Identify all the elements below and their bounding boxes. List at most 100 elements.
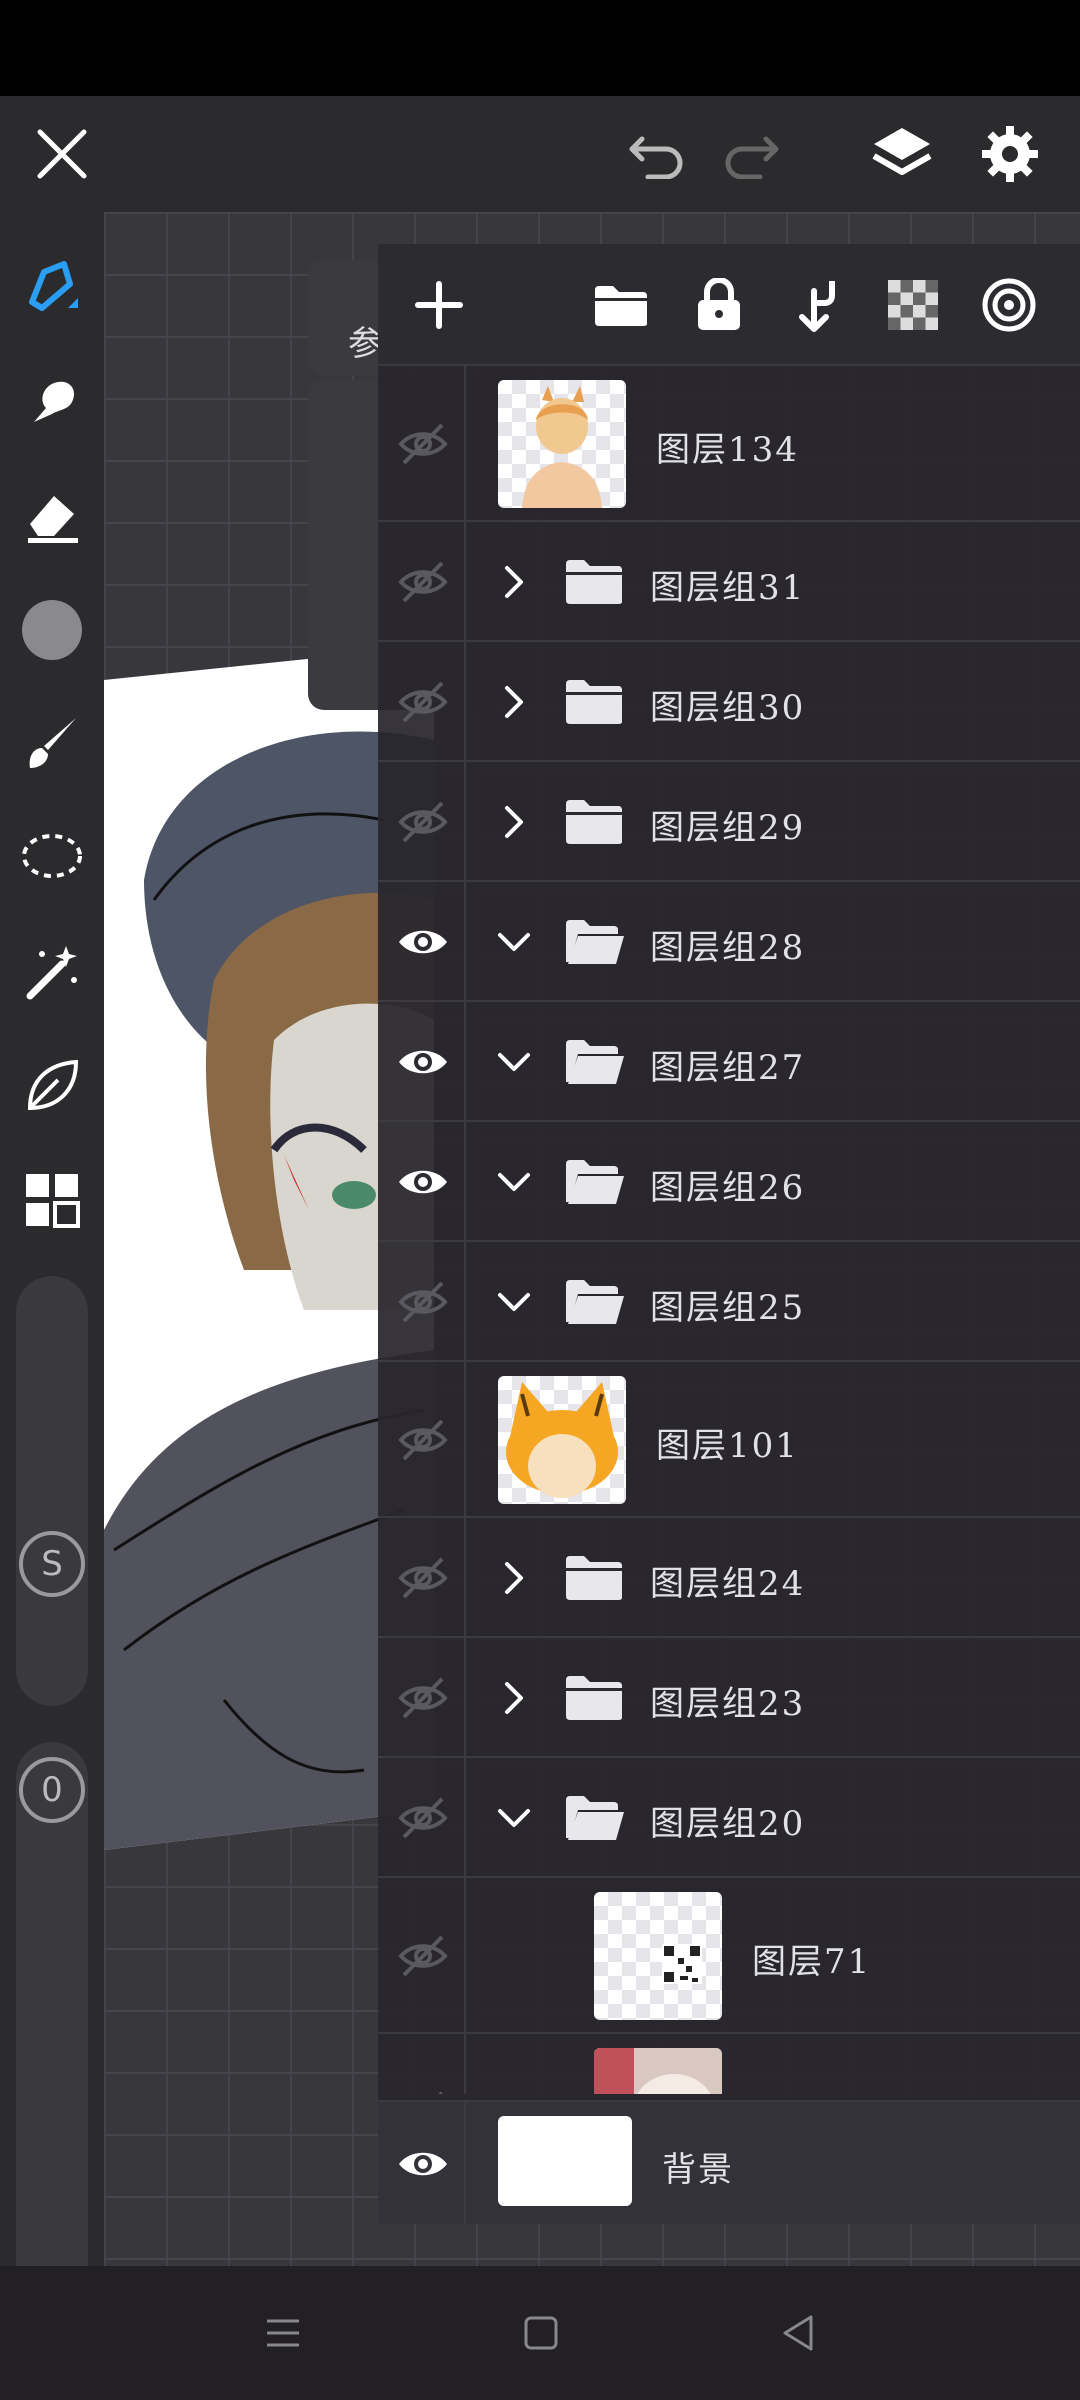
- folder-open-icon: [564, 1792, 626, 1844]
- layer-group-name: 图层组27: [650, 1048, 806, 1088]
- chevron-down-icon[interactable]: [494, 1798, 534, 1838]
- layer-group-row[interactable]: 图层组31: [378, 522, 1080, 642]
- brush-size-slider[interactable]: [16, 1276, 88, 1706]
- size-slider-label: S: [41, 1544, 63, 1584]
- reference-tab[interactable]: 参: [308, 260, 384, 376]
- grid-icon[interactable]: [12, 1160, 92, 1240]
- chevron-down-icon[interactable]: [494, 922, 534, 962]
- eye-icon[interactable]: [396, 1155, 450, 1209]
- layer-group-name: 图层组31: [650, 568, 806, 608]
- eye-hidden-icon[interactable]: [396, 795, 450, 849]
- layer-group-row[interactable]: 图层组23: [378, 1638, 1080, 1758]
- eye-hidden-icon[interactable]: [396, 1413, 450, 1467]
- layer-group-row[interactable]: 图层组26: [378, 1122, 1080, 1242]
- layer-group-row[interactable]: 图层组20: [378, 1758, 1080, 1878]
- layer-name: 图层71: [752, 1942, 872, 1982]
- chevron-down-icon[interactable]: [494, 1042, 534, 1082]
- layer-name: 图层70: [752, 2090, 871, 2094]
- chevron-right-icon[interactable]: [494, 1678, 534, 1718]
- layer-group-name: 图层组23: [650, 1684, 806, 1724]
- layer-group-name: 图层组20: [650, 1804, 806, 1844]
- eye-hidden-icon[interactable]: [396, 2085, 450, 2094]
- layer-row[interactable]: 图层71: [378, 1878, 1080, 2034]
- layer-group-name: 图层组24: [650, 1564, 806, 1604]
- eye-icon[interactable]: [396, 1035, 450, 1089]
- lasso-icon[interactable]: [12, 818, 92, 898]
- chevron-right-icon[interactable]: [494, 1558, 534, 1598]
- brush-icon[interactable]: [12, 704, 92, 784]
- eye-hidden-icon[interactable]: [396, 1671, 450, 1725]
- folder-open-icon: [564, 1036, 626, 1088]
- layer-group-name: 图层组30: [650, 688, 806, 728]
- eye-icon[interactable]: [396, 2137, 450, 2191]
- opacity-slider-indicator: 0: [12, 1750, 92, 1830]
- layer-group-row[interactable]: 图层组24: [378, 1518, 1080, 1638]
- smudge-icon[interactable]: [12, 362, 92, 442]
- brush-opacity-slider[interactable]: [16, 1742, 88, 2332]
- folder-open-icon: [564, 916, 626, 968]
- chevron-down-icon[interactable]: [494, 1162, 534, 1202]
- background-layer-row[interactable]: 背景: [378, 2100, 1080, 2224]
- color-circle-icon[interactable]: [12, 590, 92, 670]
- merge-down-icon[interactable]: [782, 270, 852, 340]
- size-slider-indicator: S: [12, 1524, 92, 1604]
- layer-group-row[interactable]: 图层组27: [378, 1002, 1080, 1122]
- eye-column: [378, 882, 466, 1000]
- transparency-icon[interactable]: [878, 270, 948, 340]
- layer-name: 背景: [662, 2150, 734, 2190]
- layer-row[interactable]: 图层134: [378, 366, 1080, 522]
- add-icon[interactable]: [404, 270, 474, 340]
- eye-hidden-icon[interactable]: [396, 1551, 450, 1605]
- reference-tab-label: 参: [348, 324, 382, 364]
- close-icon[interactable]: [22, 114, 102, 194]
- layer-panel: 图层134 图层组31 图层组30 图层组29 图层组28 图层组27 图层组26 图层组25…: [378, 244, 1080, 2196]
- chevron-right-icon[interactable]: [494, 682, 534, 722]
- blend-icon[interactable]: [974, 270, 1044, 340]
- eye-hidden-icon[interactable]: [396, 675, 450, 729]
- eye-hidden-icon[interactable]: [396, 417, 450, 471]
- eye-column: [378, 1758, 466, 1876]
- undo-icon[interactable]: [616, 114, 696, 194]
- pen-icon[interactable]: [12, 248, 92, 328]
- folder-icon: [564, 1552, 626, 1604]
- back-icon[interactable]: [772, 2306, 826, 2360]
- eye-column: [378, 1638, 466, 1756]
- folder-icon[interactable]: [586, 270, 656, 340]
- layer-row[interactable]: 图层70: [378, 2034, 1080, 2094]
- eye-hidden-icon[interactable]: [396, 1791, 450, 1845]
- chevron-down-icon[interactable]: [494, 1282, 534, 1322]
- layer-thumbnail: [594, 1892, 722, 2020]
- magic-wand-icon[interactable]: [12, 932, 92, 1012]
- chevron-right-icon[interactable]: [494, 562, 534, 602]
- chevron-right-icon[interactable]: [494, 802, 534, 842]
- eye-icon[interactable]: [396, 915, 450, 969]
- folder-icon: [564, 1672, 626, 1724]
- eye-column: [378, 1242, 466, 1360]
- eye-column: [378, 762, 466, 880]
- folder-icon: [564, 796, 626, 848]
- eraser-icon[interactable]: [12, 476, 92, 556]
- layers-icon[interactable]: [862, 114, 942, 194]
- eye-hidden-icon[interactable]: [396, 555, 450, 609]
- layer-group-name: 图层组29: [650, 808, 806, 848]
- eye-hidden-icon[interactable]: [396, 1275, 450, 1329]
- layer-group-row[interactable]: 图层组30: [378, 642, 1080, 762]
- layer-row[interactable]: 图层101: [378, 1362, 1080, 1518]
- layer-thumbnail: [498, 2116, 632, 2206]
- layer-group-row[interactable]: 图层组29: [378, 762, 1080, 882]
- layer-group-row[interactable]: 图层组25: [378, 1242, 1080, 1362]
- leaf-icon[interactable]: [12, 1046, 92, 1126]
- folder-icon: [564, 556, 626, 608]
- layer-list[interactable]: 图层134 图层组31 图层组30 图层组29 图层组28 图层组27 图层组26 图层组25…: [378, 366, 1080, 2094]
- layer-name: 图层101: [656, 1426, 799, 1466]
- menu-icon[interactable]: [256, 2306, 310, 2360]
- gear-icon[interactable]: [970, 114, 1050, 194]
- redo-icon[interactable]: [712, 114, 792, 194]
- folder-open-icon: [564, 1276, 626, 1328]
- layer-group-row[interactable]: 图层组28: [378, 882, 1080, 1002]
- layer-group-name: 图层组25: [650, 1288, 806, 1328]
- home-icon[interactable]: [514, 2306, 568, 2360]
- lock-icon[interactable]: [684, 270, 754, 340]
- eye-column: [378, 1878, 466, 2032]
- eye-hidden-icon[interactable]: [396, 1929, 450, 1983]
